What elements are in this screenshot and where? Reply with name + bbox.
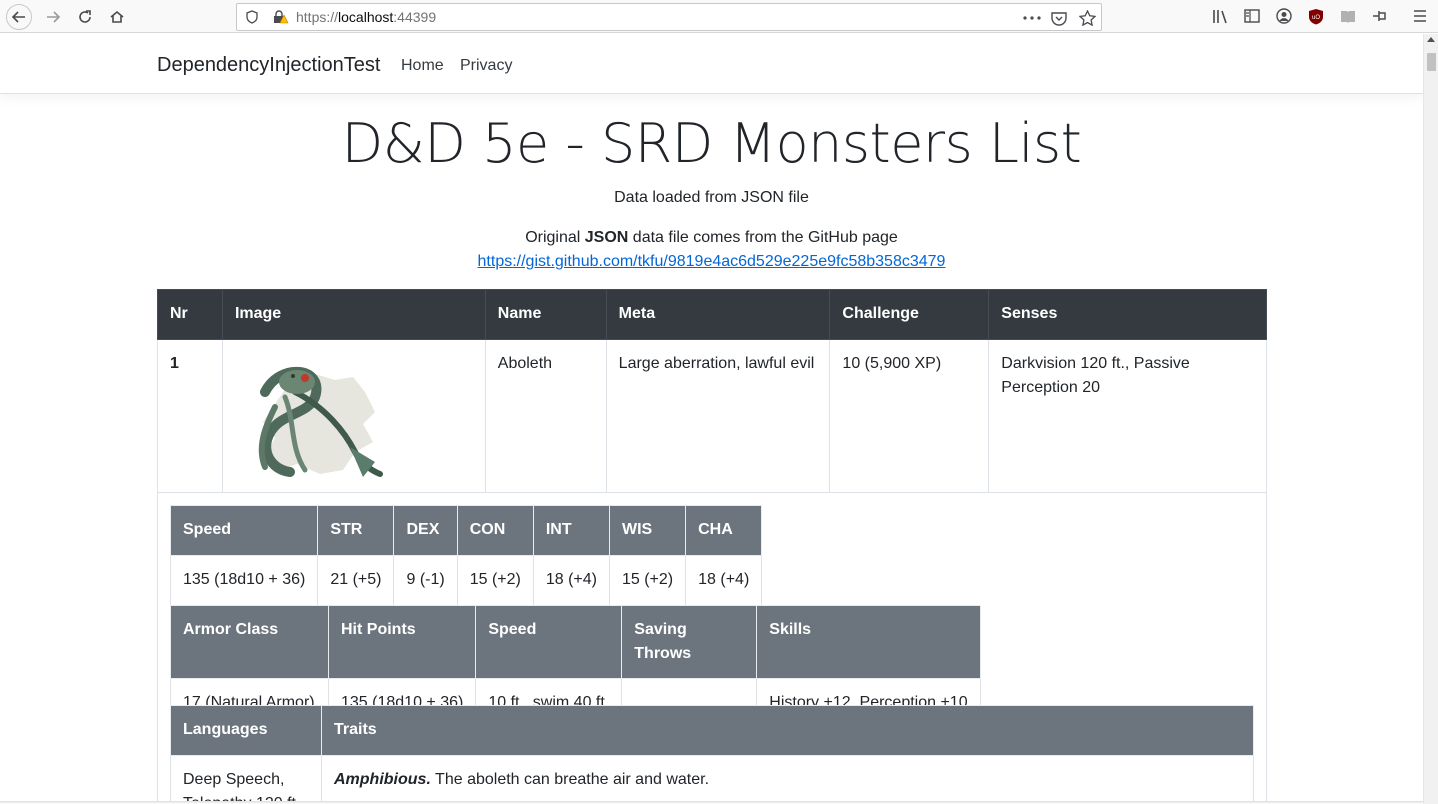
cell-image	[221, 339, 486, 493]
menu-icon[interactable]	[1410, 7, 1430, 25]
stat-value-dex: 9 (-1)	[393, 555, 458, 606]
stat-header-cha: CHA	[685, 505, 763, 556]
cell-nr: 1	[157, 339, 223, 493]
stat-value-int: 18 (+4)	[532, 555, 610, 606]
ublock-icon[interactable]: uO	[1306, 7, 1326, 25]
stat-value-wis: 15 (+2)	[608, 555, 687, 606]
stat-value-cha: 18 (+4)	[685, 555, 763, 606]
combat-header-saving-throws: Saving Throws	[621, 605, 758, 679]
browser-toolbar: https://localhost:44399 uO	[0, 0, 1438, 33]
traits-table: Languages Traits Deep Speech, Telepathy …	[170, 705, 1254, 804]
reader-view-icon[interactable]	[1338, 7, 1358, 25]
vertical-scrollbar[interactable]	[1423, 34, 1438, 804]
cell-meta: Large aberration, lawful evil	[605, 339, 831, 493]
trait-name: Amphibious.	[334, 771, 431, 788]
library-icon[interactable]	[1210, 7, 1230, 25]
data-source-note: Data loaded from JSON file	[614, 189, 809, 206]
combat-header-skills: Skills	[756, 605, 981, 679]
sidebar-icon[interactable]	[1242, 7, 1262, 25]
back-icon[interactable]	[6, 4, 32, 30]
nav-link-privacy[interactable]: Privacy	[460, 57, 512, 75]
col-header-meta: Meta	[605, 289, 831, 340]
col-header-senses: Senses	[988, 289, 1267, 340]
home-icon[interactable]	[104, 4, 130, 30]
reload-icon[interactable]	[72, 4, 98, 30]
pin-icon[interactable]	[1370, 7, 1390, 25]
more-actions-icon[interactable]	[1021, 9, 1043, 27]
header-traits: Traits	[321, 705, 1254, 756]
insecure-lock-icon[interactable]	[273, 10, 289, 24]
stat-header-int: INT	[532, 505, 610, 556]
stat-value-speed: 135 (18d10 + 36)	[169, 555, 319, 606]
cell-senses: Darkvision 120 ft., Passive Perception 2…	[988, 339, 1267, 493]
cell-name: Aboleth	[484, 339, 607, 493]
page-viewport: DependencyInjectionTest Home Privacy D&D…	[0, 34, 1423, 804]
scroll-up-arrow-icon[interactable]	[1427, 37, 1435, 42]
col-header-nr: Nr	[157, 289, 223, 340]
origin-note: Original JSON data file comes from the G…	[525, 229, 898, 246]
url-text[interactable]: https://localhost:44399	[296, 9, 436, 25]
stat-header-speed: Speed	[169, 505, 319, 556]
nav-link-home[interactable]: Home	[401, 57, 444, 75]
trait-description: The aboleth can breathe air and water.	[430, 771, 710, 788]
value-languages: Deep Speech, Telepathy 120 ft.	[170, 755, 322, 804]
page-title: D&D 5e - SRD Monsters List	[341, 112, 1082, 175]
account-icon[interactable]	[1274, 7, 1294, 25]
bookmark-star-icon[interactable]	[1077, 9, 1097, 27]
cell-challenge: 10 (5,900 XP)	[829, 339, 990, 493]
stat-header-dex: DEX	[393, 505, 458, 556]
forward-icon[interactable]	[40, 4, 66, 30]
aboleth-image	[258, 366, 383, 477]
combat-header-armor-class: Armor Class	[170, 605, 329, 679]
stat-header-wis: WIS	[608, 505, 687, 556]
header-languages: Languages	[170, 705, 322, 756]
col-header-challenge: Challenge	[829, 289, 990, 340]
stat-header-str: STR	[317, 505, 395, 556]
stat-value-con: 15 (+2)	[456, 555, 534, 606]
pocket-icon[interactable]	[1049, 9, 1069, 27]
navbar-brand[interactable]: DependencyInjectionTest	[157, 54, 380, 77]
combat-header-hit-points: Hit Points	[327, 605, 477, 679]
stat-header-con: CON	[456, 505, 534, 556]
col-header-name: Name	[484, 289, 607, 340]
table-row: 1 Aboleth Large aberration, lawful evil …	[157, 339, 1267, 493]
value-traits: Amphibious. The aboleth can breathe air …	[321, 755, 1254, 804]
combat-header-speed: Speed	[475, 605, 623, 679]
ability-scores-table: Speed STR DEX CON INT WIS CHA 135 (18d10…	[169, 505, 763, 606]
gist-link[interactable]: https://gist.github.com/tkfu/9819e4ac6d5…	[478, 253, 946, 270]
tracking-shield-icon[interactable]	[245, 10, 259, 24]
url-bar[interactable]: https://localhost:44399	[236, 3, 1102, 31]
stat-value-str: 21 (+5)	[317, 555, 395, 606]
scroll-thumb[interactable]	[1427, 53, 1436, 71]
site-navbar: DependencyInjectionTest Home Privacy	[0, 34, 1423, 94]
svg-text:uO: uO	[1312, 15, 1320, 21]
col-header-image: Image	[221, 289, 486, 340]
